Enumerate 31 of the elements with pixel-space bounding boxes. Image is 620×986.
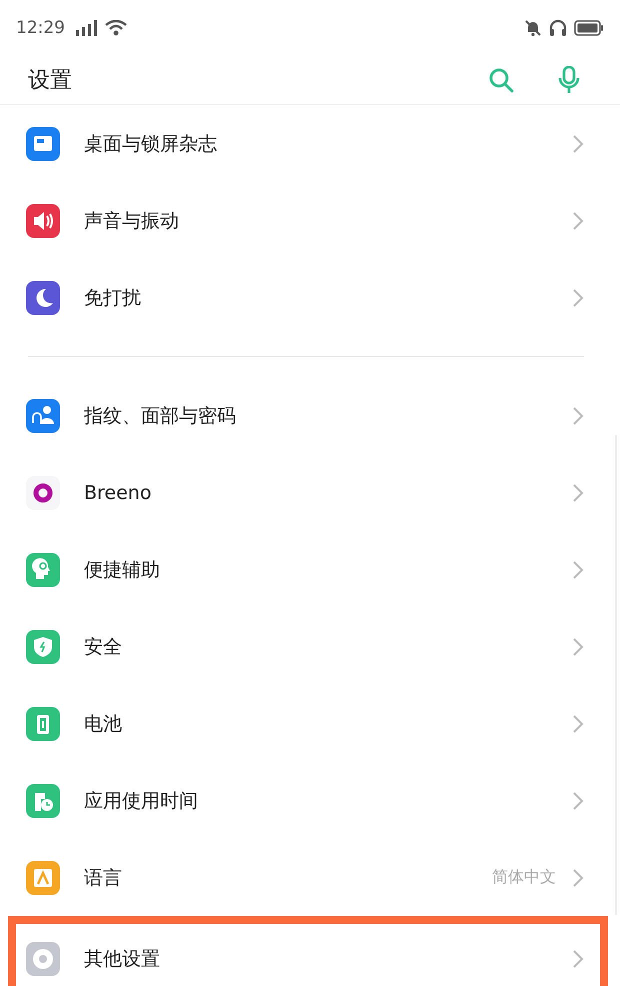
chevron-icon [572, 948, 584, 968]
settings-item[interactable]: 语言 简体中文 [0, 839, 620, 916]
chevron-icon [572, 636, 584, 656]
chevron-icon [572, 288, 584, 308]
settings-item[interactable]: 其他设置 [8, 916, 608, 986]
bell-muted-icon [524, 18, 542, 36]
chevron-icon [572, 406, 584, 426]
headphones-icon [548, 18, 568, 36]
chevron-icon [572, 210, 584, 230]
page-title: 设置 [28, 66, 72, 94]
settings-item[interactable]: 指纹、面部与密码 [0, 377, 620, 454]
settings-item[interactable]: 应用使用时间 [0, 762, 620, 839]
chevron-icon [572, 790, 584, 810]
chevron-icon [572, 482, 584, 502]
settings-item[interactable]: 安全 [0, 608, 620, 685]
chevron-icon [572, 714, 584, 734]
settings-item[interactable]: 电池 [0, 685, 620, 762]
signal-icon [75, 20, 99, 36]
status-time: 12:29 [16, 18, 65, 38]
settings-item[interactable]: 免打扰 [0, 259, 620, 336]
chevron-icon [572, 134, 584, 154]
chevron-icon [572, 868, 584, 888]
settings-item[interactable]: Breeno [0, 454, 620, 531]
battery-icon [574, 20, 604, 36]
settings-item[interactable]: 桌面与锁屏杂志 [0, 105, 620, 182]
microphone-icon[interactable] [558, 66, 580, 94]
wifi-icon [105, 20, 127, 36]
settings-item[interactable]: 便捷辅助 [0, 531, 620, 608]
chevron-icon [572, 560, 584, 580]
search-icon[interactable] [488, 66, 514, 92]
settings-item[interactable]: 声音与振动 [0, 182, 620, 259]
